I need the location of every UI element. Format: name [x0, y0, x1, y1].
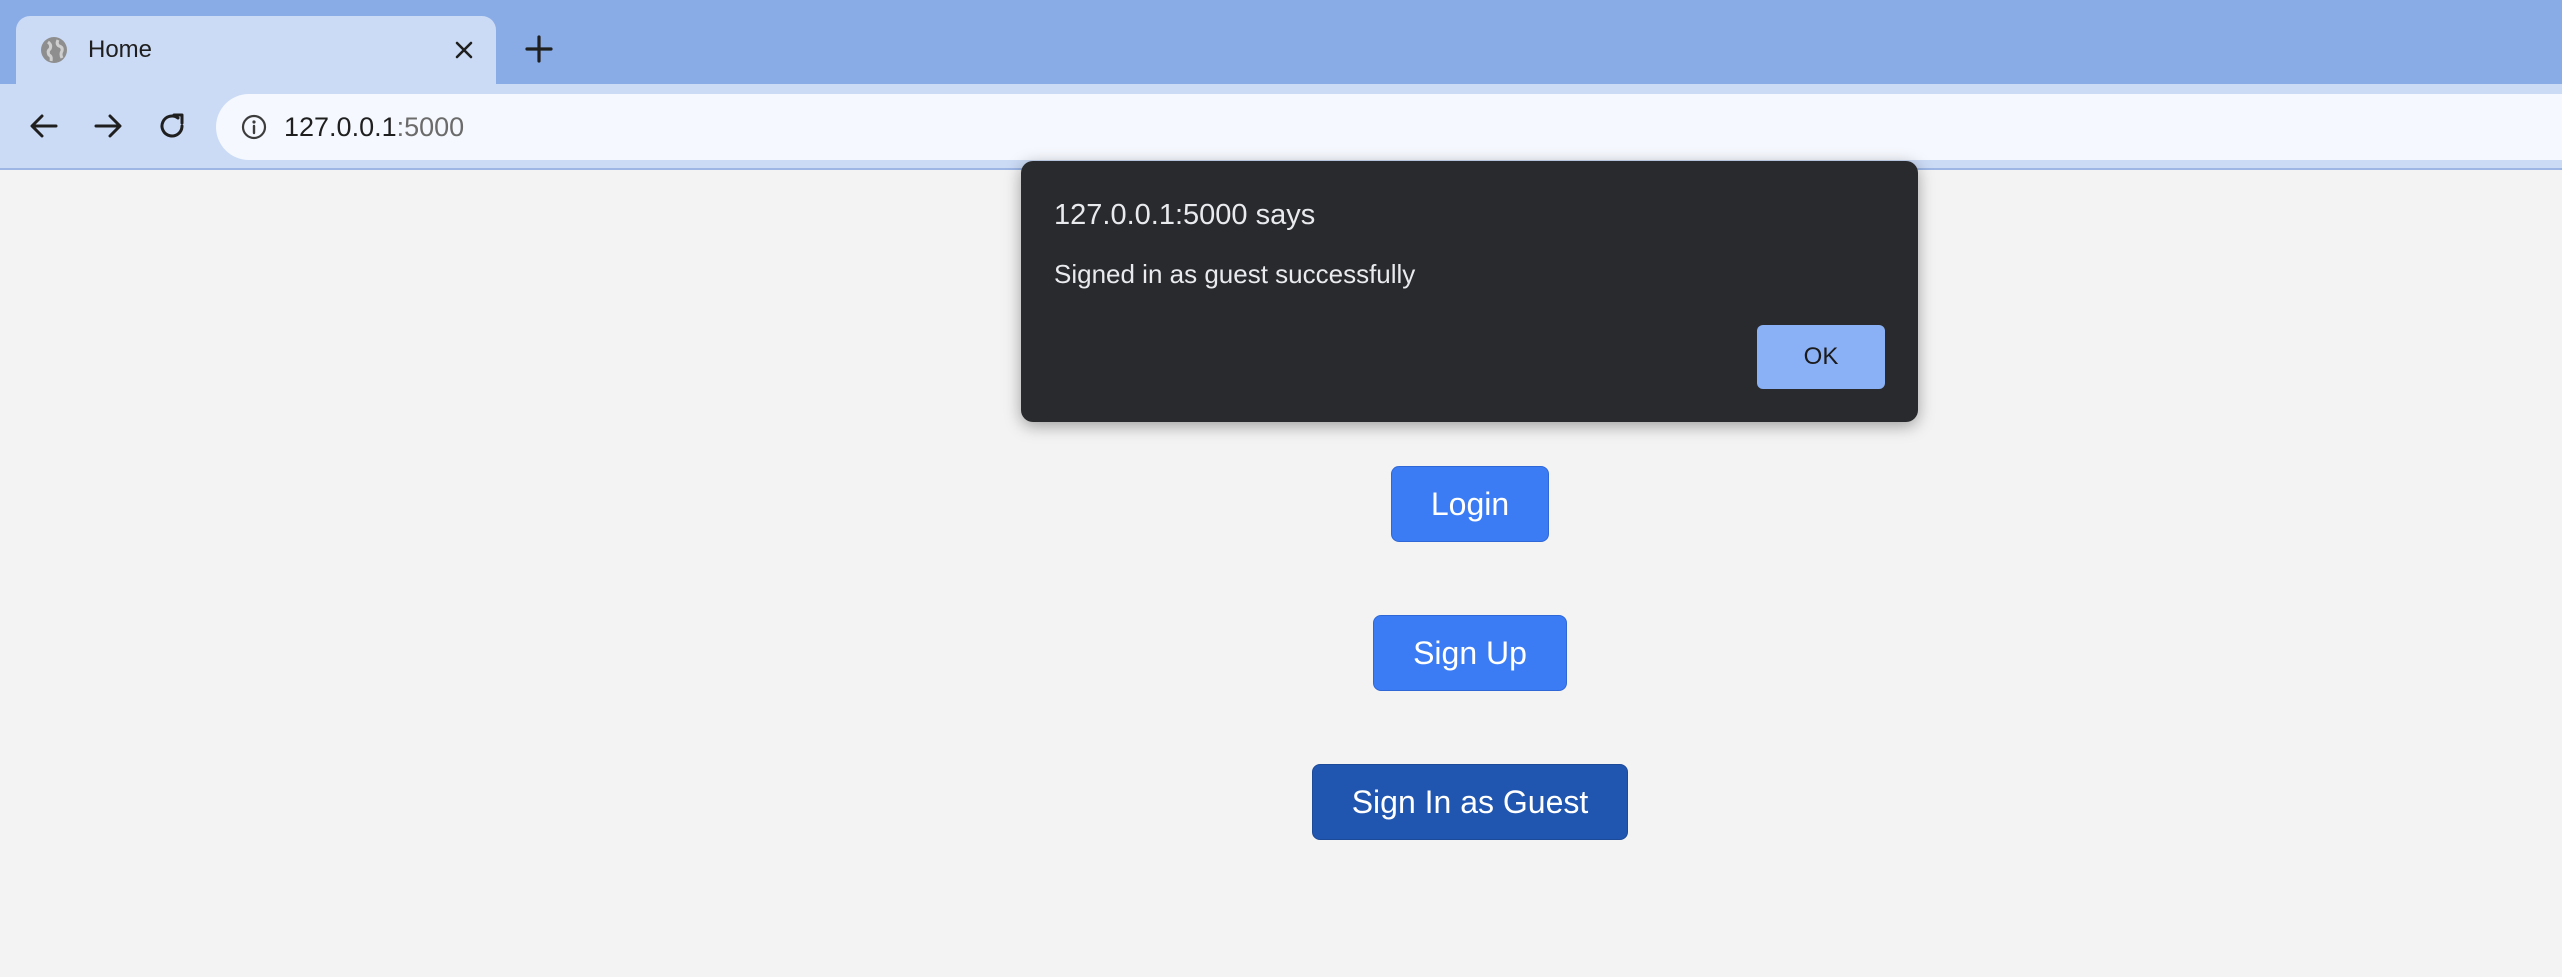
url-port: :5000 — [396, 112, 465, 142]
url-host: 127.0.0.1 — [284, 112, 397, 142]
login-button[interactable]: Login — [1391, 466, 1549, 542]
dialog-title: 127.0.0.1:5000 says — [1054, 199, 1316, 231]
globe-icon — [41, 37, 67, 63]
signup-button[interactable]: Sign Up — [1373, 615, 1567, 691]
tab-home[interactable]: Home — [16, 16, 496, 84]
tab-title: Home — [88, 36, 153, 63]
close-icon[interactable] — [452, 38, 476, 62]
arrow-left-icon[interactable] — [24, 106, 64, 146]
browser-toolbar: 127.0.0.1:5000 — [0, 84, 2562, 170]
info-icon[interactable] — [240, 113, 268, 141]
arrow-right-icon[interactable] — [88, 106, 128, 146]
alert-dialog: 127.0.0.1:5000 says Signed in as guest s… — [1021, 161, 1918, 422]
tab-strip: Home — [0, 0, 2562, 84]
address-bar[interactable]: 127.0.0.1:5000 — [216, 94, 2562, 160]
ok-button[interactable]: OK — [1757, 325, 1885, 389]
dialog-message: Signed in as guest successfully — [1054, 259, 1416, 289]
guest-signin-button[interactable]: Sign In as Guest — [1312, 764, 1628, 840]
url-text: 127.0.0.1:5000 — [284, 109, 464, 145]
plus-icon[interactable] — [522, 32, 556, 66]
reload-icon[interactable] — [152, 106, 192, 146]
